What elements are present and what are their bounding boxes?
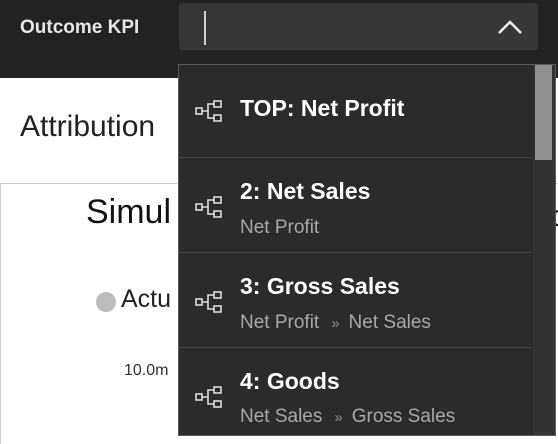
path-separator: » xyxy=(334,409,343,426)
hierarchy-icon xyxy=(195,196,222,218)
chart-title-fragment: Simul xyxy=(86,193,172,231)
path-segment: Gross Sales xyxy=(351,406,456,427)
path-separator: » xyxy=(331,315,340,332)
kpi-dropdown-list[interactable]: TOP: Net Profit 2: Net Sales Net Profit … xyxy=(178,64,556,436)
dropdown-item-path: Net Profit » Net Sales xyxy=(240,312,431,334)
scrollbar-thumb[interactable] xyxy=(535,65,552,160)
dropdown-item-goods[interactable]: 4: Goods Net Sales » Gross Sales xyxy=(179,348,532,435)
path-segment: Net Sales xyxy=(348,312,431,333)
dropdown-scrollbar[interactable] xyxy=(533,65,555,435)
path-segment: Net Profit xyxy=(240,312,320,333)
legend-label: Actu xyxy=(121,285,172,313)
hierarchy-icon xyxy=(195,386,222,408)
dropdown-item-path: Net Sales » Gross Sales xyxy=(240,406,455,428)
legend-marker xyxy=(96,292,116,312)
outcome-kpi-select[interactable] xyxy=(179,3,538,50)
axis-tick-label: 10.0m xyxy=(124,362,169,379)
dropdown-item-title: TOP: Net Profit xyxy=(240,95,405,121)
dropdown-item-net-sales[interactable]: 2: Net Sales Net Profit xyxy=(179,158,532,253)
dropdown-item-title: 3: Gross Sales xyxy=(240,273,400,299)
text-cursor xyxy=(204,11,206,45)
outcome-kpi-label: Outcome KPI xyxy=(20,17,140,38)
chevron-up-icon[interactable] xyxy=(496,17,524,37)
path-segment: Net Sales xyxy=(240,406,323,427)
dropdown-item-title: 2: Net Sales xyxy=(240,178,371,204)
path-segment: Net Profit xyxy=(240,217,320,238)
attribution-heading: Attribution xyxy=(20,110,156,143)
dropdown-item-title: 4: Goods xyxy=(240,368,340,394)
dropdown-item-top-net-profit[interactable]: TOP: Net Profit xyxy=(179,65,532,158)
dropdown-item-gross-sales[interactable]: 3: Gross Sales Net Profit » Net Sales xyxy=(179,253,532,348)
dropdown-item-path: Net Profit xyxy=(240,217,319,239)
hierarchy-icon xyxy=(195,291,222,313)
hierarchy-icon xyxy=(195,100,222,122)
